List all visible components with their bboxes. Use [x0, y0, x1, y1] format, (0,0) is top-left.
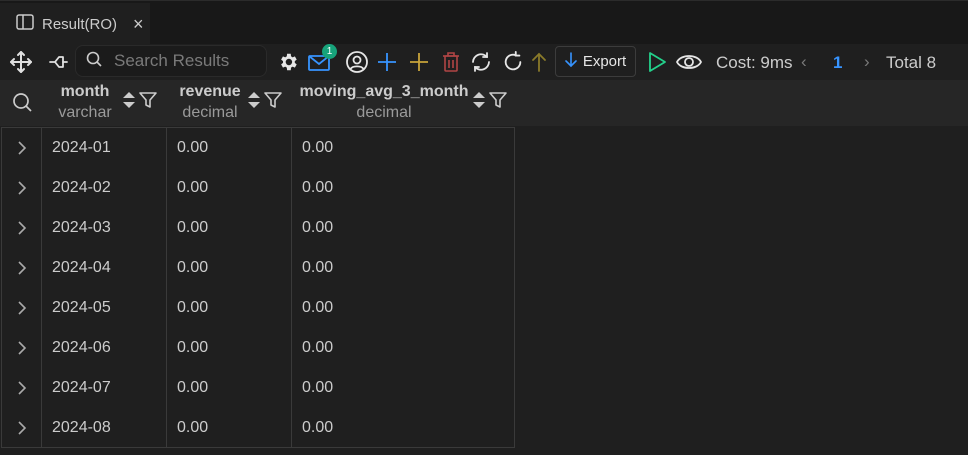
- column-type: decimal: [356, 104, 412, 121]
- search-icon: [86, 51, 102, 72]
- gear-icon[interactable]: [276, 46, 300, 78]
- close-icon[interactable]: ×: [133, 14, 144, 35]
- column-type: varchar: [58, 104, 112, 121]
- cell-revenue[interactable]: 0.00: [167, 208, 208, 248]
- toolbar: 1 Export Cost: 9ms ‹ 1 › Total 8: [0, 44, 968, 80]
- cell-moving-avg[interactable]: 0.00: [292, 208, 333, 248]
- cell-moving-avg[interactable]: 0.00: [292, 168, 333, 208]
- user-icon[interactable]: [344, 46, 370, 78]
- arrow-up-icon[interactable]: [529, 46, 549, 78]
- column-header-moving-avg[interactable]: moving_avg_3_month decimal: [296, 80, 472, 126]
- column-type: decimal: [182, 104, 238, 121]
- cell-month[interactable]: 2024-04: [42, 248, 111, 288]
- search-input[interactable]: [112, 50, 266, 72]
- cell-month[interactable]: 2024-02: [42, 168, 111, 208]
- column-name: moving_avg_3_month: [299, 83, 469, 100]
- column-header-revenue[interactable]: revenue decimal: [172, 80, 248, 126]
- run-icon[interactable]: [645, 46, 669, 78]
- cell-month[interactable]: 2024-08: [42, 408, 111, 448]
- table-row[interactable]: 2024-08 0.00 0.00: [2, 408, 514, 448]
- tab-result[interactable]: Result(RO) ×: [0, 3, 150, 45]
- pin-icon[interactable]: [46, 46, 70, 78]
- sort-icon[interactable]: [122, 90, 136, 115]
- column-name: month: [60, 83, 110, 100]
- export-button[interactable]: Export: [555, 46, 636, 77]
- table-row[interactable]: 2024-03 0.00 0.00: [2, 208, 514, 248]
- cell-moving-avg[interactable]: 0.00: [292, 288, 333, 328]
- arrow-down-icon: [565, 51, 577, 72]
- cell-month[interactable]: 2024-06: [42, 328, 111, 368]
- table-row[interactable]: 2024-07 0.00 0.00: [2, 368, 514, 408]
- total-count: Total 8: [886, 53, 937, 72]
- cell-revenue[interactable]: 0.00: [167, 408, 208, 448]
- cell-month[interactable]: 2024-01: [42, 128, 111, 168]
- chevron-right-icon[interactable]: [2, 408, 42, 448]
- chevron-right-icon[interactable]: [2, 168, 42, 208]
- cell-revenue[interactable]: 0.00: [167, 128, 208, 168]
- export-label: Export: [582, 53, 627, 70]
- cell-moving-avg[interactable]: 0.00: [292, 248, 333, 288]
- tab-title: Result(RO): [42, 15, 118, 33]
- tab-bar: Result(RO) ×: [0, 0, 968, 45]
- chevron-right-icon[interactable]: [2, 288, 42, 328]
- cell-month[interactable]: 2024-07: [42, 368, 111, 408]
- cell-moving-avg[interactable]: 0.00: [292, 128, 333, 168]
- search-column-icon[interactable]: [12, 92, 32, 117]
- trash-icon[interactable]: [440, 46, 462, 78]
- column-header-row: month varchar revenue decimal moving_avg…: [0, 80, 968, 126]
- filter-icon[interactable]: [139, 91, 157, 114]
- page-number[interactable]: 1: [833, 53, 842, 73]
- cell-revenue[interactable]: 0.00: [167, 328, 208, 368]
- chevron-right-icon[interactable]: [2, 368, 42, 408]
- add-row-icon[interactable]: [408, 46, 430, 78]
- cell-moving-avg[interactable]: 0.00: [292, 328, 333, 368]
- cell-revenue[interactable]: 0.00: [167, 168, 208, 208]
- search-box[interactable]: [75, 45, 267, 77]
- column-name: revenue: [179, 83, 241, 100]
- chevron-right-icon[interactable]: [2, 328, 42, 368]
- eye-icon[interactable]: [676, 46, 702, 78]
- cost-label: Cost: 9ms: [716, 53, 793, 72]
- notification-badge: 1: [322, 44, 337, 59]
- move-icon[interactable]: [8, 46, 34, 78]
- chevron-right-icon[interactable]: [2, 128, 42, 168]
- prev-page-button[interactable]: ‹: [801, 52, 807, 72]
- column-header-month[interactable]: month varchar: [50, 80, 120, 126]
- results-table: 2024-01 0.00 0.00 2024-02 0.00 0.00 2024…: [1, 127, 515, 448]
- cell-revenue[interactable]: 0.00: [167, 288, 208, 328]
- add-column-icon[interactable]: [376, 46, 398, 78]
- split-panel-icon: [16, 14, 34, 34]
- refresh-icon[interactable]: [501, 46, 525, 78]
- chevron-right-icon[interactable]: [2, 208, 42, 248]
- cell-revenue[interactable]: 0.00: [167, 368, 208, 408]
- cell-moving-avg[interactable]: 0.00: [292, 368, 333, 408]
- table-row[interactable]: 2024-01 0.00 0.00: [2, 128, 514, 168]
- cell-month[interactable]: 2024-03: [42, 208, 111, 248]
- table-row[interactable]: 2024-06 0.00 0.00: [2, 328, 514, 368]
- sort-icon[interactable]: [472, 90, 486, 115]
- sync-icon[interactable]: [469, 46, 493, 78]
- table-row[interactable]: 2024-04 0.00 0.00: [2, 248, 514, 288]
- chevron-right-icon[interactable]: [2, 248, 42, 288]
- cell-revenue[interactable]: 0.00: [167, 248, 208, 288]
- cell-month[interactable]: 2024-05: [42, 288, 111, 328]
- filter-icon[interactable]: [264, 91, 282, 114]
- filter-icon[interactable]: [489, 91, 507, 114]
- table-row[interactable]: 2024-02 0.00 0.00: [2, 168, 514, 208]
- cell-moving-avg[interactable]: 0.00: [292, 408, 333, 448]
- table-row[interactable]: 2024-05 0.00 0.00: [2, 288, 514, 328]
- next-page-button[interactable]: ›: [864, 52, 870, 72]
- sort-icon[interactable]: [247, 90, 261, 115]
